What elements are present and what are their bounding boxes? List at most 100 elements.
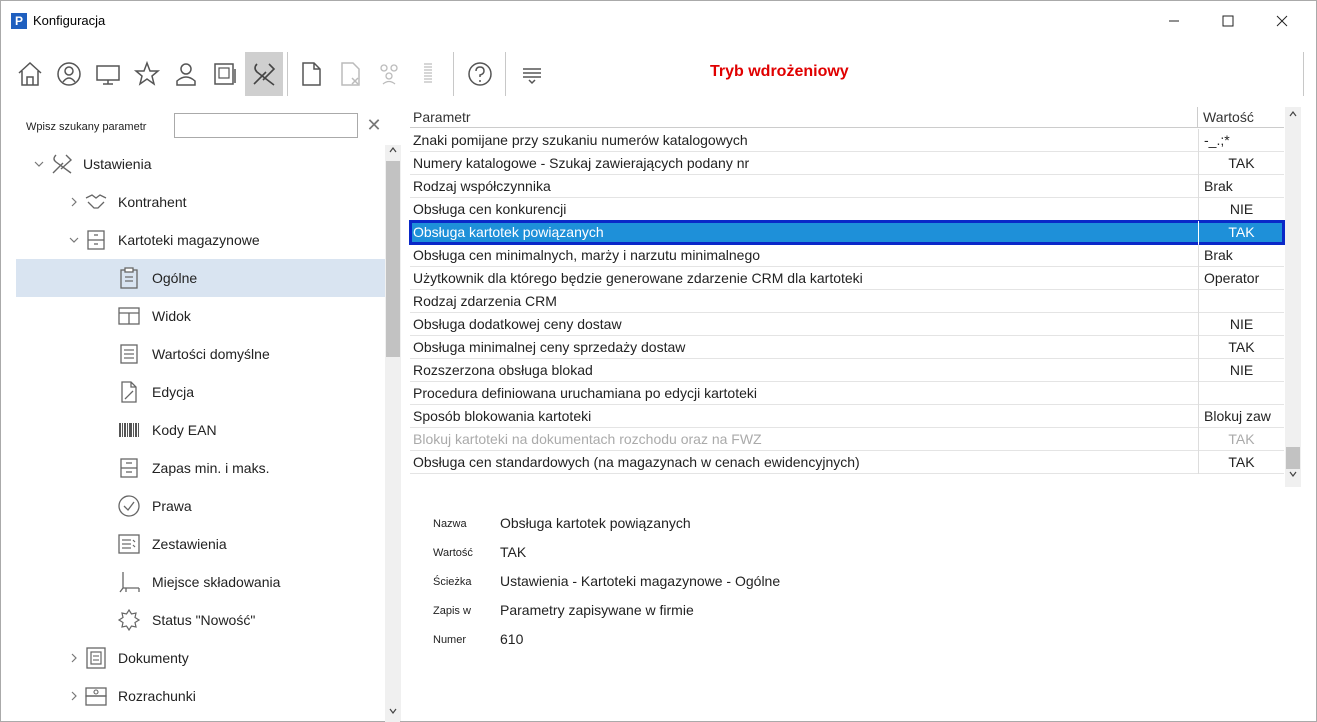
param-value-cell[interactable]: Blokuj zaw: [1198, 405, 1284, 428]
table-row[interactable]: Blokuj kartoteki na dokumentach rozchodu…: [410, 428, 1284, 451]
scroll-up-button[interactable]: [385, 145, 401, 161]
tree-node-ustawienia[interactable]: Ustawienia: [16, 145, 385, 183]
table-row[interactable]: Rozszerzona obsługa blokad NIE: [410, 359, 1284, 382]
table-row[interactable]: Rodzaj współczynnika Brak: [410, 175, 1284, 198]
clear-search-button[interactable]: ✕: [363, 113, 385, 138]
tree-node-label: Dokumenty: [118, 650, 189, 666]
chevron-down-icon[interactable]: [67, 233, 81, 247]
barcode-button[interactable]: [409, 52, 447, 96]
table-row[interactable]: Numery katalogowe - Szukaj zawierających…: [410, 152, 1284, 175]
tools-button[interactable]: [245, 52, 283, 96]
table-row[interactable]: Obsługa cen minimalnych, marży i narzutu…: [410, 244, 1284, 267]
table-row[interactable]: Obsługa cen konkurencji NIE: [410, 198, 1284, 221]
tree-node-miejsce-skladowania[interactable]: Miejsce składowania: [16, 563, 385, 601]
table-row[interactable]: Procedura definiowana uruchamiana po edy…: [410, 382, 1284, 405]
param-value-cell[interactable]: Brak: [1198, 175, 1284, 198]
column-divider[interactable]: [1197, 107, 1198, 128]
tree-node-rozrachunki[interactable]: Rozrachunki: [16, 677, 385, 715]
tree-node-dokumenty[interactable]: Dokumenty: [16, 639, 385, 677]
maximize-button[interactable]: [1205, 1, 1251, 41]
document-delete-button[interactable]: [331, 52, 369, 96]
grid-scrollbar[interactable]: [1285, 107, 1301, 487]
chevron-right-icon[interactable]: [67, 689, 81, 703]
param-value-cell[interactable]: [1198, 290, 1284, 313]
param-name-cell: Sposób blokowania kartoteki: [413, 408, 592, 424]
window-title: Konfiguracja: [33, 13, 106, 28]
tree-node-edycja[interactable]: Edycja: [16, 373, 385, 411]
tree-node-kody-ean[interactable]: Kody EAN: [16, 411, 385, 449]
param-value-cell[interactable]: Operator: [1198, 267, 1284, 290]
param-value-cell[interactable]: NIE: [1198, 198, 1284, 221]
tools-icon: [50, 152, 74, 176]
help-button[interactable]: [461, 52, 499, 96]
tree-scrollbar[interactable]: [385, 145, 401, 722]
table-row[interactable]: Obsługa cen standardowych (na magazynach…: [410, 451, 1284, 474]
table-row[interactable]: Obsługa dodatkowej ceny dostaw NIE: [410, 313, 1284, 336]
tree-node-prawa[interactable]: Prawa: [16, 487, 385, 525]
param-value-cell[interactable]: TAK: [1198, 152, 1284, 175]
param-value-cell[interactable]: [1198, 382, 1284, 405]
param-value-cell[interactable]: TAK: [1198, 221, 1284, 244]
group-icon: [380, 64, 398, 85]
home-button[interactable]: [11, 52, 49, 96]
table-row[interactable]: Znaki pomijane przy szukaniu numerów kat…: [410, 129, 1284, 152]
scroll-thumb[interactable]: [386, 161, 400, 357]
table-row[interactable]: Obsługa minimalnej ceny sprzedaży dostaw…: [410, 336, 1284, 359]
monitor-button[interactable]: [89, 52, 127, 96]
column-header-wartosc[interactable]: Wartość: [1203, 109, 1254, 125]
tree-node-status-nowosc[interactable]: Status "Nowość": [16, 601, 385, 639]
user-button[interactable]: [167, 52, 205, 96]
tree-node-label: Miejsce składowania: [152, 574, 281, 590]
close-button[interactable]: [1259, 1, 1305, 41]
search-input[interactable]: [174, 113, 358, 138]
filter-lines-icon: [523, 68, 541, 85]
param-value-cell[interactable]: TAK: [1198, 451, 1284, 474]
param-value-cell[interactable]: NIE: [1198, 359, 1284, 382]
tree-node-kontrahent[interactable]: Kontrahent: [16, 183, 385, 221]
table-row[interactable]: Sposób blokowania kartoteki Blokuj zaw: [410, 405, 1284, 428]
scroll-thumb[interactable]: [1286, 447, 1300, 469]
param-value-cell[interactable]: NIE: [1198, 313, 1284, 336]
tree-node-label: Prawa: [152, 498, 192, 514]
tree-node-ogolne[interactable]: Ogólne: [16, 259, 385, 297]
tree-node-zapas-min-maks[interactable]: Zapas min. i maks.: [16, 449, 385, 487]
scroll-down-button[interactable]: [385, 706, 401, 722]
chevron-right-icon[interactable]: [67, 195, 81, 209]
param-name-cell: Blokuj kartoteki na dokumentach rozchodu…: [413, 431, 762, 447]
detail-value: Parametry zapisywane w firmie: [500, 602, 694, 618]
favorites-button[interactable]: [128, 52, 166, 96]
column-header-parametr[interactable]: Parametr: [413, 109, 471, 125]
param-value-cell[interactable]: TAK: [1198, 336, 1284, 359]
tree-node-widok[interactable]: Widok: [16, 297, 385, 335]
minimize-button[interactable]: [1151, 1, 1197, 41]
window-icon: [117, 304, 141, 328]
group-button[interactable]: [370, 52, 408, 96]
report-icon: [117, 532, 141, 556]
scroll-down-button[interactable]: [1285, 469, 1301, 485]
filter-button[interactable]: [513, 52, 551, 96]
scroll-up-button[interactable]: [1285, 109, 1301, 125]
app-icon: P: [11, 13, 27, 29]
document-box-icon: [84, 646, 108, 670]
table-row[interactable]: Obsługa kartotek powiązanych TAK: [409, 220, 1285, 245]
param-name-cell: Obsługa cen minimalnych, marży i narzutu…: [413, 247, 761, 263]
user-circle-button[interactable]: [50, 52, 88, 96]
tree-node-kartoteki-magazynowe[interactable]: Kartoteki magazynowe: [16, 221, 385, 259]
chevron-down-icon[interactable]: [32, 157, 46, 171]
tree-node-wartosci-domyslne[interactable]: Wartości domyślne: [16, 335, 385, 373]
table-row[interactable]: Użytkownik dla którego będzie generowane…: [410, 267, 1284, 290]
param-value-cell[interactable]: Brak: [1198, 244, 1284, 267]
table-row[interactable]: Rodzaj zdarzenia CRM: [410, 290, 1284, 313]
chevron-right-icon[interactable]: [67, 651, 81, 665]
help-icon: [468, 62, 492, 86]
chevron-down-icon: [389, 708, 397, 714]
document-button[interactable]: [292, 52, 330, 96]
param-value-cell[interactable]: -_.;*: [1198, 129, 1284, 152]
handshake-icon: [84, 190, 108, 214]
param-name-cell: Procedura definiowana uruchamiana po edy…: [413, 385, 757, 401]
cash-icon: [84, 684, 108, 708]
tree-node-zestawienia[interactable]: Zestawienia: [16, 525, 385, 563]
tree-node-label: Ustawienia: [83, 156, 152, 172]
param-value-cell[interactable]: TAK: [1198, 428, 1284, 451]
device-button[interactable]: [206, 52, 244, 96]
